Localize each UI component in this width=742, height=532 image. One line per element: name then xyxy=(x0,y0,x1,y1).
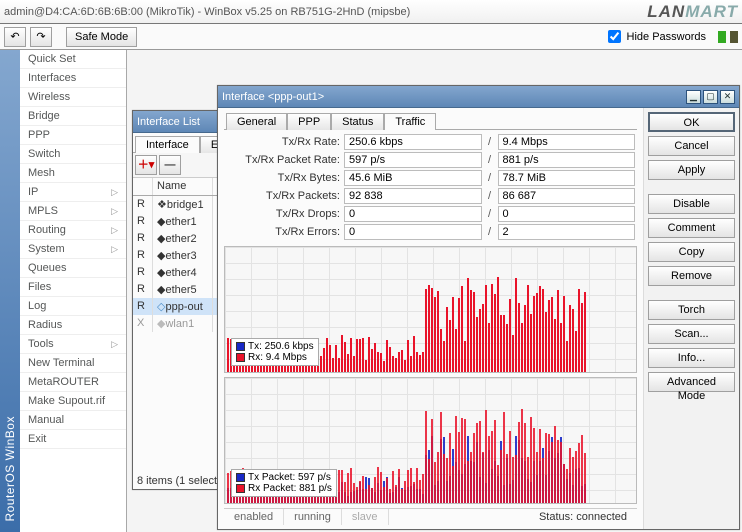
square-icon xyxy=(236,473,245,482)
col-name[interactable]: Name xyxy=(153,178,213,195)
titlebar: admin@D4:CA:6D:6B:6B:00 (MikroTik) - Win… xyxy=(0,0,742,24)
comment-button[interactable]: Comment xyxy=(648,218,735,238)
rx-errors: 2 xyxy=(498,224,636,240)
torch-button[interactable]: Torch xyxy=(648,300,735,320)
interface-detail-window[interactable]: Interface <ppp-out1> ▁ ▢ ✕ General PPP S… xyxy=(217,85,740,530)
apply-button[interactable]: Apply xyxy=(648,160,735,180)
tab-traffic[interactable]: Traffic xyxy=(384,113,436,130)
main-toolbar: ↶ ↷ Safe Mode Hide Passwords xyxy=(0,24,742,50)
menu-item-mpls[interactable]: MPLS▷ xyxy=(20,202,126,221)
menu-item-ppp[interactable]: PPP xyxy=(20,126,126,145)
interface-icon: ❖ xyxy=(157,199,167,211)
info-button[interactable]: Info... xyxy=(648,348,735,368)
rx-packet-rate: 881 p/s xyxy=(498,152,636,168)
menu-item-metarouter[interactable]: MetaROUTER xyxy=(20,373,126,392)
tab-interface[interactable]: Interface xyxy=(135,136,200,153)
rx-rate: 9.4 Mbps xyxy=(498,134,636,150)
window-title: Interface <ppp-out1> xyxy=(222,91,684,103)
menu-item-exit[interactable]: Exit xyxy=(20,430,126,449)
chevron-right-icon: ▷ xyxy=(111,187,118,198)
tab-ppp[interactable]: PPP xyxy=(287,113,331,130)
interface-icon: ◆ xyxy=(157,284,165,296)
statusbar-text: 8 items (1 selecte xyxy=(137,475,223,487)
rate-legend: Tx: 250.6 kbps Rx: 9.4 Mbps xyxy=(231,338,319,366)
menu-item-queues[interactable]: Queues xyxy=(20,259,126,278)
close-button[interactable]: ✕ xyxy=(720,90,735,104)
chevron-right-icon: ▷ xyxy=(111,225,118,236)
tx-packet-rate: 597 p/s xyxy=(344,152,482,168)
tab-general[interactable]: General xyxy=(226,113,287,130)
lock-icon xyxy=(730,31,738,43)
traffic-fields: Tx/Rx Rate:250.6 kbps/9.4 Mbps Tx/Rx Pac… xyxy=(226,134,635,240)
menu-item-radius[interactable]: Radius xyxy=(20,316,126,335)
menu-item-quick-set[interactable]: Quick Set xyxy=(20,50,126,69)
menu-item-wireless[interactable]: Wireless xyxy=(20,88,126,107)
brand-logo: LANMART xyxy=(647,2,738,22)
add-button[interactable]: ＋▾ xyxy=(135,155,157,175)
square-icon xyxy=(236,353,245,362)
maximize-button[interactable]: ▢ xyxy=(703,90,718,104)
sidebar-handle[interactable]: RouterOS WinBox xyxy=(0,50,20,532)
window-title: admin@D4:CA:6D:6B:6B:00 (MikroTik) - Win… xyxy=(4,6,410,18)
scan-button[interactable]: Scan... xyxy=(648,324,735,344)
menu-item-ip[interactable]: IP▷ xyxy=(20,183,126,202)
menu-item-files[interactable]: Files xyxy=(20,278,126,297)
cancel-button[interactable]: Cancel xyxy=(648,136,735,156)
chevron-right-icon: ▷ xyxy=(111,244,118,255)
packet-chart: Tx Packet: 597 p/s Rx Packet: 881 p/s xyxy=(224,377,637,504)
tx-rate: 250.6 kbps xyxy=(344,134,482,150)
interface-icon: ◆ xyxy=(157,318,165,330)
menu-item-make-supout-rif[interactable]: Make Supout.rif xyxy=(20,392,126,411)
menu-item-system[interactable]: System▷ xyxy=(20,240,126,259)
rx-drops: 0 xyxy=(498,206,636,222)
minimize-button[interactable]: ▁ xyxy=(686,90,701,104)
workspace: Interface List ▁ ▢ ✕ Interface Ethe ＋▾ — xyxy=(127,50,742,532)
rx-bytes: 78.7 MiB xyxy=(498,170,636,186)
chevron-right-icon: ▷ xyxy=(111,339,118,350)
copy-button[interactable]: Copy xyxy=(648,242,735,262)
tx-drops: 0 xyxy=(344,206,482,222)
disable-button[interactable]: Disable xyxy=(648,194,735,214)
menu-item-switch[interactable]: Switch xyxy=(20,145,126,164)
tx-errors: 0 xyxy=(344,224,482,240)
interface-icon: ◆ xyxy=(157,250,165,262)
menu-item-mesh[interactable]: Mesh xyxy=(20,164,126,183)
menu-item-new-terminal[interactable]: New Terminal xyxy=(20,354,126,373)
interface-icon: ◇ xyxy=(157,301,165,313)
main-menu: Quick SetInterfacesWirelessBridgePPPSwit… xyxy=(20,50,127,532)
detail-statusbar: enabled running slave Status: connected xyxy=(224,508,637,525)
hide-passwords-checkbox[interactable]: Hide Passwords xyxy=(604,27,706,46)
menu-item-interfaces[interactable]: Interfaces xyxy=(20,69,126,88)
menu-item-routing[interactable]: Routing▷ xyxy=(20,221,126,240)
chevron-right-icon: ▷ xyxy=(111,206,118,217)
remove-button[interactable]: Remove xyxy=(648,266,735,286)
square-icon xyxy=(236,342,245,351)
menu-item-tools[interactable]: Tools▷ xyxy=(20,335,126,354)
tab-status[interactable]: Status xyxy=(331,113,384,130)
menu-item-log[interactable]: Log xyxy=(20,297,126,316)
remove-button[interactable]: — xyxy=(159,155,181,175)
interface-icon: ◆ xyxy=(157,267,165,279)
safe-mode-button[interactable]: Safe Mode xyxy=(66,27,137,47)
redo-button[interactable]: ↷ xyxy=(30,27,52,47)
packet-legend: Tx Packet: 597 p/s Rx Packet: 881 p/s xyxy=(231,469,337,497)
led-indicator-icon xyxy=(718,31,726,43)
rate-chart: Tx: 250.6 kbps Rx: 9.4 Mbps xyxy=(224,246,637,373)
undo-button[interactable]: ↶ xyxy=(4,27,26,47)
interface-icon: ◆ xyxy=(157,216,165,228)
menu-item-bridge[interactable]: Bridge xyxy=(20,107,126,126)
square-icon xyxy=(236,484,245,493)
ok-button[interactable]: OK xyxy=(648,112,735,132)
action-buttons: OK Cancel Apply Disable Comment Copy Rem… xyxy=(643,108,739,529)
menu-item-manual[interactable]: Manual xyxy=(20,411,126,430)
tab-row: General PPP Status Traffic xyxy=(224,110,637,130)
rx-packets: 86 687 xyxy=(498,188,636,204)
tx-bytes: 45.6 MiB xyxy=(344,170,482,186)
tx-packets: 92 838 xyxy=(344,188,482,204)
interface-icon: ◆ xyxy=(157,233,165,245)
advanced-mode-button[interactable]: Advanced Mode xyxy=(648,372,735,392)
